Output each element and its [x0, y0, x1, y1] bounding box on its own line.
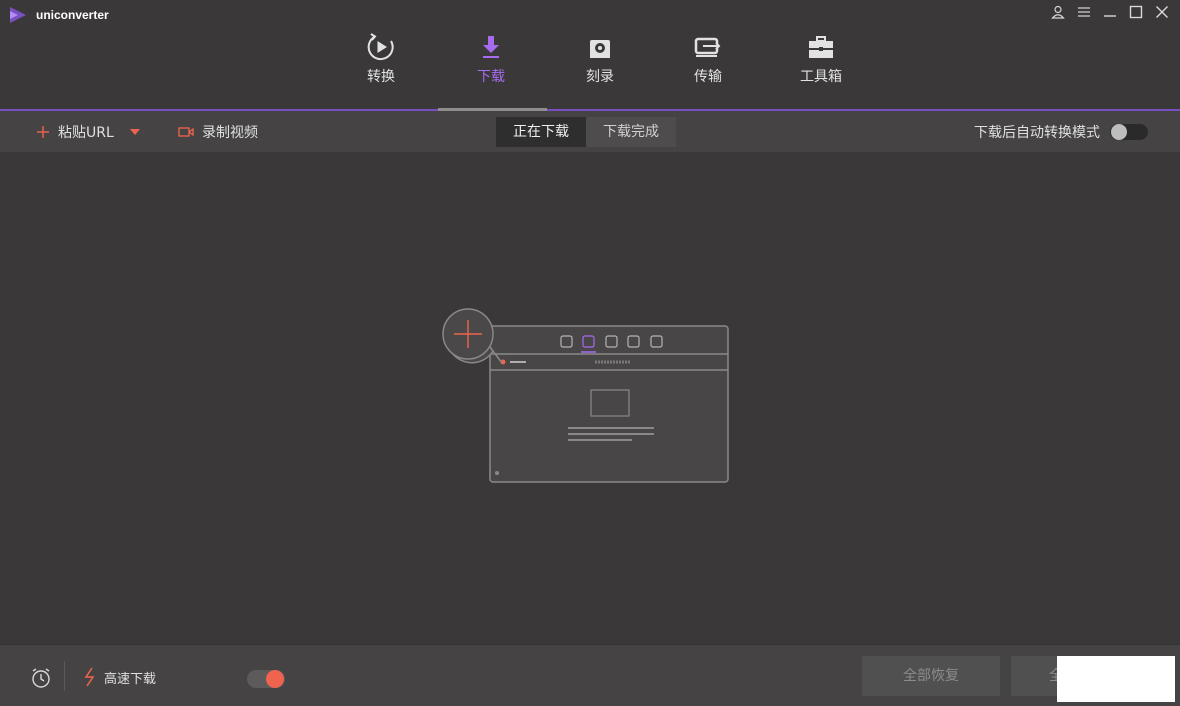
app-logo: uniconverter: [8, 6, 109, 24]
transfer-device-icon: [694, 37, 721, 57]
toggle-knob: [1111, 124, 1127, 140]
window-controls: [1048, 2, 1172, 22]
nav-download-label: 下载: [477, 69, 505, 85]
download-toolbar: 粘贴URL 录制视频 正在下载 下载完成 下载后自动转换模式: [0, 111, 1180, 152]
user-icon: [1051, 5, 1065, 19]
nav-burn[interactable]: 刻录: [555, 30, 645, 86]
footer-bar: 高速下载 全部恢复 全: [0, 644, 1180, 706]
high-speed-label: 高速下载: [104, 671, 157, 687]
resume-all-button[interactable]: 全部恢复: [862, 656, 1000, 696]
occlusion-patch: [1057, 656, 1175, 702]
nav-download[interactable]: 下载: [446, 30, 536, 86]
minimize-icon: [1104, 15, 1116, 17]
download-tabs: 正在下载 下载完成: [496, 117, 676, 147]
nav-burn-label: 刻录: [586, 69, 614, 85]
close-button[interactable]: [1152, 2, 1172, 22]
hamburger-icon: [1078, 7, 1090, 17]
nav-convert[interactable]: 转换: [336, 30, 426, 86]
auto-convert-setting: 下载后自动转换模式: [974, 122, 1148, 142]
close-icon: [1156, 6, 1168, 18]
dropdown-caret-icon[interactable]: [129, 129, 140, 135]
disc-burn-icon: [590, 40, 610, 58]
nav-convert-label: 转换: [367, 69, 395, 85]
toolbox-icon: [809, 36, 833, 58]
menu-button[interactable]: [1074, 2, 1094, 22]
auto-convert-label: 下载后自动转换模式: [974, 125, 1100, 141]
alarm-clock-icon: [32, 668, 50, 688]
title-bar: uniconverter 转换 下载 刻录 传输 工具箱: [0, 0, 1180, 110]
schedule-button[interactable]: [30, 667, 52, 693]
tab-finished[interactable]: 下载完成: [586, 117, 676, 147]
footer-divider: [64, 661, 65, 691]
play-circle-icon: [367, 33, 394, 61]
video-camera-icon: [178, 127, 194, 137]
lightning-icon: [84, 667, 95, 687]
nav-toolbox[interactable]: 工具箱: [776, 30, 866, 86]
main-nav: 转换 下载 刻录 传输 工具箱: [0, 30, 1180, 110]
tab-downloading[interactable]: 正在下载: [496, 117, 586, 147]
paste-url-label: 粘贴URL: [58, 125, 114, 141]
toggle-knob: [266, 670, 284, 688]
minimize-button[interactable]: [1100, 2, 1120, 22]
record-video-button[interactable]: 录制视频: [178, 122, 258, 142]
nav-transfer[interactable]: 传输: [663, 30, 753, 86]
nav-toolbox-label: 工具箱: [800, 69, 842, 85]
download-list-area: [0, 152, 1180, 644]
uniconverter-logo-icon: [10, 7, 26, 23]
maximize-button[interactable]: [1126, 2, 1146, 22]
auto-convert-toggle[interactable]: [1110, 124, 1148, 140]
high-speed-download: 高速下载: [84, 667, 156, 687]
nav-transfer-label: 传输: [694, 69, 722, 85]
account-button[interactable]: [1048, 2, 1068, 22]
app-title: uniconverter: [36, 8, 109, 22]
paste-url-button[interactable]: 粘贴URL: [36, 122, 140, 142]
download-arrow-icon: [483, 36, 499, 58]
high-speed-toggle[interactable]: [247, 670, 285, 688]
maximize-icon: [1129, 5, 1143, 19]
record-video-label: 录制视频: [202, 125, 258, 141]
empty-state-illustration[interactable]: [440, 307, 732, 487]
plus-icon: [37, 126, 49, 138]
